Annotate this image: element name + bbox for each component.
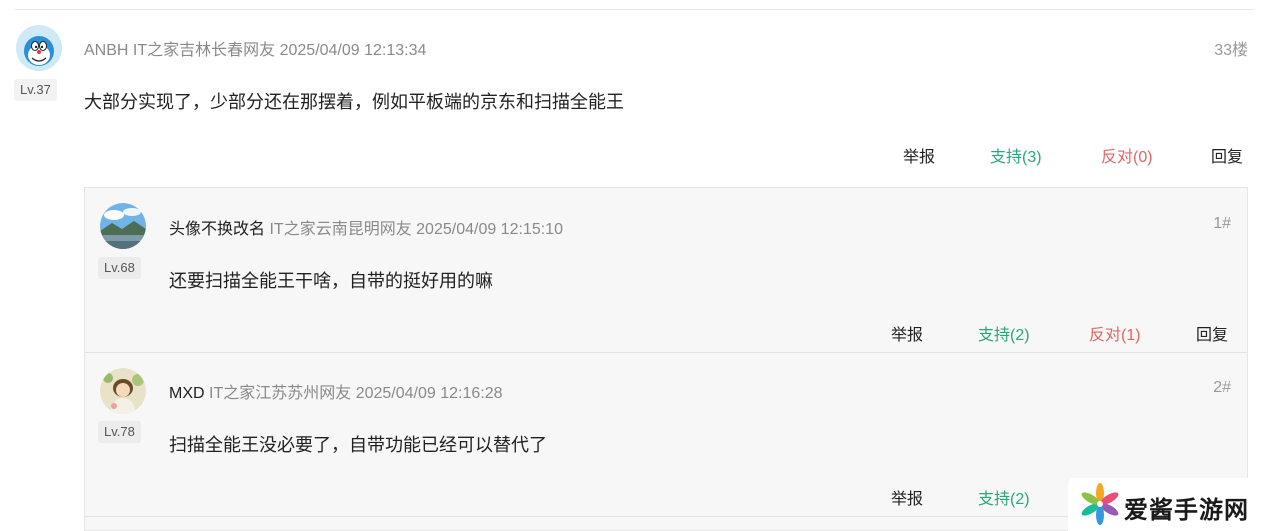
user-location: IT之家吉林长春网友 [132,42,276,59]
comment-time: 2025/04/09 12:13:34 [279,42,427,59]
reply-meta: MXD IT之家江苏苏州网友 2025/04/09 12:16:28 [169,379,503,403]
avatar[interactable] [16,25,62,71]
avatar[interactable] [100,368,146,414]
comment-meta: ANBH IT之家吉林长春网友 2025/04/09 12:13:34 [84,36,426,60]
avatar[interactable] [100,203,146,249]
oppose-button[interactable]: 反对(0) [1101,143,1153,167]
username[interactable]: ANBH [84,42,128,59]
support-button[interactable]: 支持(2) [978,321,1030,345]
username[interactable]: 头像不换改名 [169,221,265,238]
reply-content: 还要扫描全能王干啥，自带的挺好用的嘛 [169,271,493,291]
user-location: IT之家江苏苏州网友 [209,385,352,402]
reply-content: 扫描全能王没必要了，自带功能已经可以替代了 [169,435,547,455]
support-button[interactable]: 支持(2) [978,485,1030,509]
user-location: IT之家云南昆明网友 [269,221,412,238]
level-badge: Lv.37 [14,79,57,101]
support-button[interactable]: 支持(3) [990,143,1042,167]
reply-button[interactable]: 回复 [1211,143,1243,167]
watermark-text: 爱酱手游网 [1124,497,1249,524]
reply-time: 2025/04/09 12:16:28 [355,385,503,402]
level-badge: Lv.68 [98,257,141,279]
reply-button[interactable]: 回复 [1196,321,1228,345]
divider [85,352,1247,353]
reply-time: 2025/04/09 12:15:10 [416,221,563,238]
watermark: 爱酱手游网 [1068,478,1266,531]
report-button[interactable]: 举报 [903,143,935,167]
reply-meta: 头像不换改名 IT之家云南昆明网友 2025/04/09 12:15:10 [169,215,563,239]
floor-number: 2# [1213,379,1231,396]
pinwheel-logo-icon [1081,483,1119,525]
comment-thread: Lv.37 ANBH IT之家吉林长春网友 2025/04/09 12:13:3… [0,0,1266,531]
level-badge: Lv.78 [98,421,141,443]
username[interactable]: MXD [169,385,205,402]
comment-content: 大部分实现了，少部分还在那摆着，例如平板端的京东和扫描全能王 [84,92,624,112]
divider [14,9,1254,10]
report-button[interactable]: 举报 [891,485,923,509]
report-button[interactable]: 举报 [891,321,923,345]
floor-number: 33楼 [1214,42,1248,59]
floor-number: 1# [1213,215,1231,232]
oppose-button[interactable]: 反对(1) [1089,321,1141,345]
